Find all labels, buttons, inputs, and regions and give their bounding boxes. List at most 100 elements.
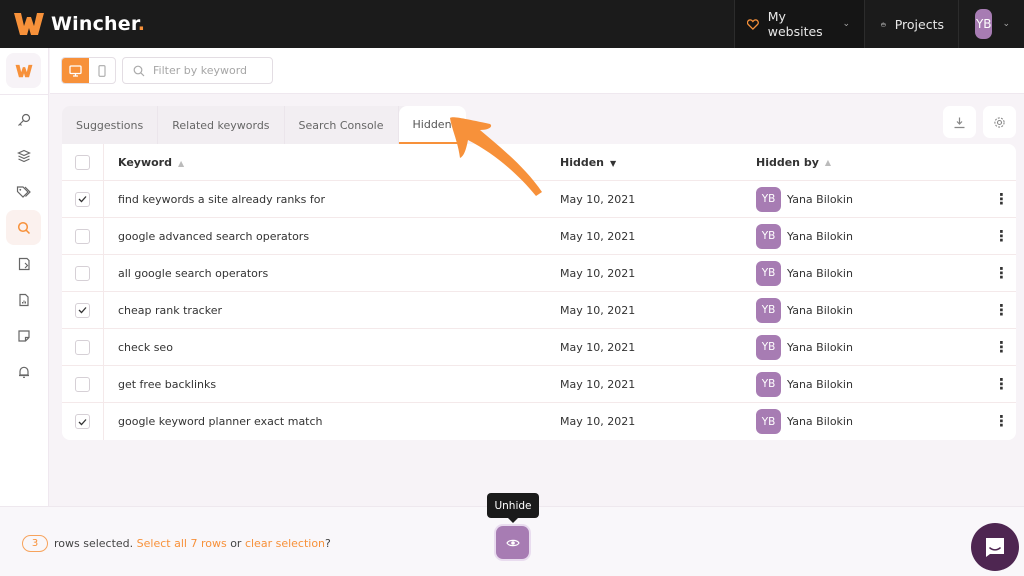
row-checkbox[interactable]: [75, 265, 90, 281]
sidebar-item-research[interactable]: [6, 210, 41, 245]
column-header-keyword[interactable]: Keyword ▲: [118, 156, 184, 169]
sidebar-item-keywords[interactable]: [6, 102, 41, 137]
checkmark-icon: [78, 196, 87, 203]
note-icon: [17, 329, 30, 342]
heart-icon: [747, 18, 759, 30]
chat-support-button[interactable]: [971, 523, 1019, 571]
hidden-by-cell: YB Yana Bilokin: [756, 186, 853, 212]
table-row[interactable]: all google search operators May 10, 2021…: [62, 255, 1016, 292]
sidebar-item-seo-report[interactable]: [6, 246, 41, 281]
row-checkbox[interactable]: [75, 191, 90, 207]
or-text: or: [230, 537, 242, 550]
user-name: Yana Bilokin: [787, 266, 853, 280]
column-header-hidden-by[interactable]: Hidden by ▲: [756, 156, 831, 169]
hidden-by-cell: YB Yana Bilokin: [756, 409, 853, 434]
column-header-hidden[interactable]: Hidden ▼: [560, 156, 616, 169]
hidden-date-cell: May 10, 2021: [560, 303, 636, 317]
tab-bar: Suggestions Related keywords Search Cons…: [62, 106, 466, 144]
row-checkbox[interactable]: [75, 228, 90, 244]
bell-icon: [18, 366, 29, 378]
wincher-logo-icon: [14, 13, 44, 35]
sidebar-item-groups[interactable]: [6, 138, 41, 173]
desktop-toggle-button[interactable]: [62, 58, 89, 83]
sidebar-item-tags[interactable]: [6, 174, 41, 209]
sidebar-item-reports[interactable]: [6, 282, 41, 317]
filter-keyword-input[interactable]: [153, 64, 263, 77]
user-avatar: YB: [756, 260, 781, 286]
clear-selection-link[interactable]: clear selection: [245, 537, 325, 550]
tab-search-console[interactable]: Search Console: [285, 106, 399, 144]
table-row[interactable]: get free backlinks May 10, 2021 YB Yana …: [62, 366, 1016, 403]
sort-asc-icon: ▲: [824, 157, 832, 167]
more-options-icon[interactable]: ⋮: [994, 265, 1009, 281]
column-label: Hidden by: [756, 155, 819, 169]
sort-desc-icon: ▼: [610, 158, 617, 168]
tab-label: Search Console: [298, 118, 384, 132]
hidden-by-cell: YB Yana Bilokin: [756, 371, 853, 397]
annotation-arrow-icon: [450, 117, 542, 196]
gear-icon: [994, 116, 1005, 128]
table-row[interactable]: google keyword planner exact match May 1…: [62, 403, 1016, 440]
hidden-by-cell: YB Yana Bilokin: [756, 334, 853, 360]
more-options-icon[interactable]: ⋮: [994, 376, 1009, 392]
question-mark: ?: [325, 537, 331, 550]
chevron-down-icon: ⌄: [1002, 19, 1010, 29]
unhide-button[interactable]: [496, 526, 529, 559]
hidden-date-cell: May 10, 2021: [560, 415, 636, 428]
app-logo[interactable]: Wincher.: [13, 10, 145, 38]
mobile-toggle-button[interactable]: [89, 58, 116, 83]
keyword-cell: check seo: [118, 340, 173, 354]
hidden-by-cell: YB Yana Bilokin: [756, 223, 853, 249]
app-name: Wincher.: [51, 13, 146, 35]
select-all-checkbox[interactable]: [75, 154, 90, 170]
more-options-icon[interactable]: ⋮: [994, 339, 1009, 355]
tab-label: Related keywords: [172, 118, 270, 132]
selection-text: rows selected.: [54, 537, 134, 550]
more-options-icon[interactable]: ⋮: [994, 228, 1009, 244]
selected-count-badge: 3: [22, 535, 48, 552]
user-menu[interactable]: YB ⌄: [958, 0, 1024, 48]
chat-icon: [986, 538, 1004, 557]
row-checkbox[interactable]: [75, 414, 90, 429]
tags-icon: [16, 185, 31, 198]
download-button[interactable]: [943, 106, 976, 138]
unhide-tooltip: Unhide: [487, 493, 539, 523]
file-chart-icon: [18, 293, 29, 306]
wincher-logo-icon: [15, 64, 32, 77]
sidebar: [0, 48, 49, 576]
desktop-icon: [69, 64, 82, 77]
table-row[interactable]: google advanced search operators May 10,…: [62, 218, 1016, 255]
user-avatar: YB: [756, 186, 781, 212]
hidden-date-cell: May 10, 2021: [560, 266, 636, 280]
projects-menu[interactable]: Projects: [864, 0, 958, 48]
hidden-date-cell: May 10, 2021: [560, 377, 636, 391]
toolbar: [50, 48, 1024, 94]
hidden-by-cell: YB Yana Bilokin: [756, 260, 853, 286]
my-websites-label: My websites: [767, 9, 823, 39]
table-row[interactable]: check seo May 10, 2021 YB Yana Bilokin ⋮: [62, 329, 1016, 366]
checkmark-icon: [78, 418, 87, 425]
projects-label: Projects: [894, 16, 944, 32]
row-checkbox[interactable]: [75, 376, 90, 392]
user-avatar: YB: [756, 409, 781, 434]
more-options-icon[interactable]: ⋮: [994, 414, 1009, 429]
search-icon: [17, 221, 30, 234]
search-icon: [133, 65, 145, 76]
mobile-icon: [98, 64, 106, 77]
my-websites-menu[interactable]: My websites ⌄: [734, 0, 864, 48]
eye-icon: [505, 539, 520, 546]
more-options-icon[interactable]: ⋮: [994, 302, 1009, 318]
tab-suggestions[interactable]: Suggestions: [62, 106, 159, 144]
sidebar-item-alerts[interactable]: [6, 354, 41, 389]
sidebar-item-notes[interactable]: [6, 318, 41, 353]
more-options-icon[interactable]: ⋮: [994, 191, 1009, 207]
row-checkbox[interactable]: [75, 302, 90, 318]
tab-related-keywords[interactable]: Related keywords: [158, 106, 285, 144]
row-checkbox[interactable]: [75, 339, 90, 355]
table-row[interactable]: cheap rank tracker May 10, 2021 YB Yana …: [62, 292, 1016, 329]
keyword-cell: get free backlinks: [118, 377, 217, 391]
top-navigation-bar: Wincher. My websites ⌄ Projects YB ⌄: [0, 0, 1024, 48]
select-all-rows-link[interactable]: Select all 7 rows: [137, 537, 227, 550]
sidebar-home-logo[interactable]: [6, 53, 41, 88]
settings-button[interactable]: [983, 106, 1016, 138]
